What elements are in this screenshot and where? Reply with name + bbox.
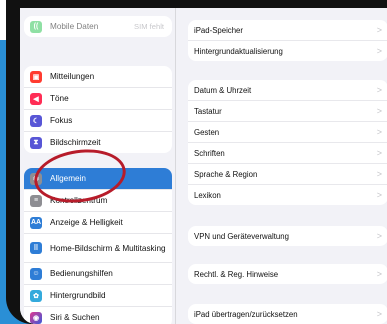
home-screen-icon: ⠿ <box>30 242 42 254</box>
chevron-right-icon: > <box>376 231 382 241</box>
detail-row-label: iPad-Speicher <box>194 25 243 35</box>
hourglass-icon: ⧗ <box>30 136 42 149</box>
sidebar-item-siri[interactable]: ◉ Siri & Suchen <box>24 307 172 324</box>
detail-group-legal: Rechtl. & Reg. Hinweise > <box>188 264 387 284</box>
sidebar-item-label: Siri & Suchen <box>50 313 100 322</box>
chevron-right-icon: > <box>376 106 382 116</box>
detail-row-label: Hintergrundaktualisierung <box>194 46 283 56</box>
focus-moon-icon: ☾ <box>30 114 42 127</box>
detail-row-lexikon[interactable]: Lexikon > <box>188 185 387 205</box>
detail-row-label: Rechtl. & Reg. Hinweise <box>194 269 279 279</box>
sidebar-item-label: Mobile Daten <box>50 22 99 31</box>
control-center-icon: ≡ <box>30 194 42 207</box>
sidebar-item-bildschirmzeit[interactable]: ⧗ Bildschirmzeit <box>24 132 172 153</box>
chevron-right-icon: > <box>376 309 382 319</box>
chevron-right-icon: > <box>376 169 382 179</box>
detail-row-ipad-speicher[interactable]: iPad-Speicher > <box>188 20 387 41</box>
sidebar-item-allgemein[interactable]: ⚙ Allgemein <box>24 168 172 190</box>
antenna-icon: (( <box>30 20 42 33</box>
detail-row-hintergrundaktualisierung[interactable]: Hintergrundaktualisierung > <box>188 41 387 61</box>
sidebar-item-label: Bildschirmzeit <box>50 138 101 147</box>
notifications-icon: ▣ <box>30 70 42 83</box>
detail-row-label: Datum & Uhrzeit <box>194 85 252 95</box>
sidebar-item-mitteilungen[interactable]: ▣ Mitteilungen <box>24 66 172 88</box>
detail-group-storage: iPad-Speicher > Hintergrundaktualisierun… <box>188 20 387 61</box>
ipad-frame: (( Mobile Daten SIM fehlt ▣ Mitteilungen… <box>6 0 387 324</box>
sidebar-item-label: Bedienungshilfen <box>50 269 113 278</box>
detail-row-schriften[interactable]: Schriften > <box>188 143 387 164</box>
detail-group-reset: iPad übertragen/zurücksetzen > <box>188 304 387 324</box>
sidebar-item-kontrollzentrum[interactable]: ≡ Kontrollzentrum <box>24 190 172 212</box>
sidebar-item-bedienungshilfen[interactable]: ☺ Bedienungshilfen <box>24 263 172 285</box>
sidebar-item-hintergrundbild[interactable]: ✿ Hintergrundbild <box>24 285 172 307</box>
detail-row-tastatur[interactable]: Tastatur > <box>188 101 387 122</box>
sidebar-item-label: Allgemein <box>50 174 86 183</box>
sidebar-item-home-bildschirm[interactable]: ⠿ Home-Bildschirm & Multitasking <box>24 234 172 263</box>
detail-row-datum-uhrzeit[interactable]: Datum & Uhrzeit > <box>188 80 387 101</box>
settings-detail-pane: iPad-Speicher > Hintergrundaktualisierun… <box>178 8 387 324</box>
sidebar-item-toene[interactable]: ◀ Töne <box>24 88 172 110</box>
chevron-right-icon: > <box>376 127 382 137</box>
detail-row-label: VPN und Geräteverwaltung <box>194 231 289 241</box>
detail-row-label: Gesten <box>194 127 220 137</box>
detail-row-sprache-region[interactable]: Sprache & Region > <box>188 164 387 185</box>
gear-icon: ⚙ <box>30 172 42 185</box>
chevron-right-icon: > <box>376 46 382 56</box>
sidebar-item-label: Mitteilungen <box>50 72 95 81</box>
detail-row-gesten[interactable]: Gesten > <box>188 122 387 143</box>
sidebar-item-label: Anzeige & Helligkeit <box>50 218 123 227</box>
sidebar-item-label: Kontrollzentrum <box>50 196 108 205</box>
detail-group-vpn: VPN und Geräteverwaltung > <box>188 226 387 246</box>
sidebar-item-anzeige[interactable]: AA Anzeige & Helligkeit <box>24 212 172 234</box>
detail-group-language: Datum & Uhrzeit > Tastatur > Gesten > Sc… <box>188 80 387 205</box>
chevron-right-icon: > <box>376 85 382 95</box>
sounds-icon: ◀ <box>30 92 42 105</box>
sidebar-item-label: Fokus <box>50 116 73 125</box>
detail-row-label: Tastatur <box>194 106 222 116</box>
detail-row-label: Sprache & Region <box>194 169 258 179</box>
sim-status-text: SIM fehlt <box>134 22 164 31</box>
ipad-screen: (( Mobile Daten SIM fehlt ▣ Mitteilungen… <box>20 8 387 324</box>
siri-icon: ◉ <box>30 311 42 324</box>
settings-sidebar: (( Mobile Daten SIM fehlt ▣ Mitteilungen… <box>20 8 176 324</box>
sidebar-item-label: Töne <box>50 94 69 103</box>
sidebar-item-label: Hintergrundbild <box>50 291 106 300</box>
sidebar-group-general: ⚙ Allgemein ≡ Kontrollzentrum AA Anzeige… <box>24 168 172 324</box>
detail-row-vpn[interactable]: VPN und Geräteverwaltung > <box>188 226 387 246</box>
detail-row-rechtl-hinweise[interactable]: Rechtl. & Reg. Hinweise > <box>188 264 387 284</box>
detail-row-label: iPad übertragen/zurücksetzen <box>194 309 298 319</box>
detail-row-label: Lexikon <box>194 190 221 200</box>
chevron-right-icon: > <box>376 25 382 35</box>
chevron-right-icon: > <box>376 190 382 200</box>
detail-row-label: Schriften <box>194 148 225 158</box>
sidebar-item-label: Home-Bildschirm & Multitasking <box>50 243 166 253</box>
sidebar-item-mobile-data[interactable]: (( Mobile Daten SIM fehlt <box>24 16 172 37</box>
sidebar-item-fokus[interactable]: ☾ Fokus <box>24 110 172 132</box>
accessibility-icon: ☺ <box>30 267 42 280</box>
sidebar-group-notifications: ▣ Mitteilungen ◀ Töne ☾ Fokus ⧗ Bildschi… <box>24 66 172 153</box>
chevron-right-icon: > <box>376 269 382 279</box>
detail-row-uebertragen-zuruecksetzen[interactable]: iPad übertragen/zurücksetzen > <box>188 304 387 324</box>
wallpaper-icon: ✿ <box>30 289 42 302</box>
display-brightness-icon: AA <box>30 216 42 229</box>
chevron-right-icon: > <box>376 148 382 158</box>
sidebar-group-network: (( Mobile Daten SIM fehlt <box>24 16 172 37</box>
